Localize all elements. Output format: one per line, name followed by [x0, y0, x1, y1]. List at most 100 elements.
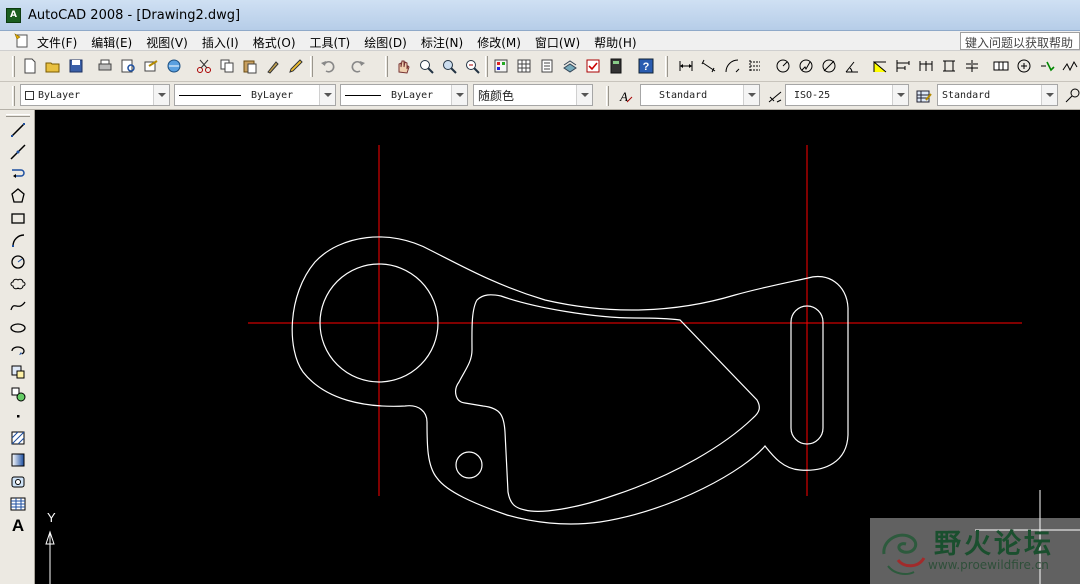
- chevron-down-icon[interactable]: [153, 85, 169, 105]
- pan-icon[interactable]: [393, 56, 413, 76]
- jogged-dimension-icon[interactable]: [796, 56, 816, 76]
- arc-icon[interactable]: [8, 230, 28, 250]
- color-dropdown[interactable]: 随颜色: [473, 84, 593, 106]
- ellipse-icon[interactable]: [8, 318, 28, 338]
- autocad-app-icon[interactable]: A: [6, 8, 21, 23]
- copy-icon[interactable]: [217, 56, 237, 76]
- undo-icon[interactable]: [318, 56, 338, 76]
- ordinate-dimension-icon[interactable]: [745, 56, 765, 76]
- text-style-dropdown[interactable]: Standard: [640, 84, 760, 106]
- jogged-linear-icon[interactable]: [1060, 56, 1080, 76]
- line-icon[interactable]: [8, 120, 28, 140]
- ellipse-arc-icon[interactable]: [8, 340, 28, 360]
- rectangle-icon[interactable]: [8, 208, 28, 228]
- dimension-break-icon[interactable]: [962, 56, 982, 76]
- print-icon[interactable]: [95, 56, 115, 76]
- dimension-style-dropdown[interactable]: ISO-25: [785, 84, 909, 106]
- chevron-down-icon[interactable]: [1041, 85, 1057, 105]
- drawing-area[interactable]: Y: [35, 110, 1080, 584]
- block-editor-icon[interactable]: [286, 56, 306, 76]
- match-properties-icon[interactable]: [263, 56, 283, 76]
- make-block-icon[interactable]: [8, 384, 28, 404]
- inspect-icon[interactable]: [1037, 56, 1057, 76]
- markup-set-icon[interactable]: [583, 56, 603, 76]
- spline-icon[interactable]: [8, 296, 28, 316]
- quick-dimension-icon[interactable]: [870, 56, 890, 76]
- layer-dropdown[interactable]: ByLayer: [20, 84, 170, 106]
- arc-length-icon[interactable]: [722, 56, 742, 76]
- help-search-input[interactable]: 键入问题以获取帮助: [960, 32, 1080, 50]
- toolbar-grip[interactable]: [12, 56, 15, 77]
- continue-dimension-icon[interactable]: [916, 56, 936, 76]
- point-icon[interactable]: [8, 406, 28, 426]
- table-icon[interactable]: [8, 494, 28, 514]
- tolerance-icon[interactable]: [991, 56, 1011, 76]
- plot-preview-icon[interactable]: [118, 56, 138, 76]
- diameter-dimension-icon[interactable]: [819, 56, 839, 76]
- menu-dimension[interactable]: 标注(N): [421, 34, 463, 51]
- linear-dimension-icon[interactable]: [676, 56, 696, 76]
- menu-modify[interactable]: 修改(M): [477, 34, 521, 51]
- menu-format[interactable]: 格式(O): [253, 34, 296, 51]
- toolbar-grip[interactable]: [665, 56, 668, 77]
- chevron-down-icon[interactable]: [743, 85, 759, 105]
- paste-icon[interactable]: [240, 56, 260, 76]
- design-center-icon[interactable]: [514, 56, 534, 76]
- circle-icon[interactable]: [8, 252, 28, 272]
- open-icon[interactable]: [43, 56, 63, 76]
- radius-dimension-icon[interactable]: [773, 56, 793, 76]
- menu-edit[interactable]: 编辑(E): [91, 34, 132, 51]
- table-style-dropdown[interactable]: Standard: [937, 84, 1058, 106]
- toolbar-grip[interactable]: [12, 86, 15, 106]
- multiline-text-icon[interactable]: A: [8, 516, 28, 536]
- help-icon[interactable]: ?: [636, 56, 656, 76]
- tool-palettes-icon[interactable]: [537, 56, 557, 76]
- region-icon[interactable]: [8, 472, 28, 492]
- new-icon[interactable]: [20, 56, 40, 76]
- polyline-icon[interactable]: [8, 164, 28, 184]
- lineweight-dropdown[interactable]: ByLayer: [340, 84, 468, 106]
- chevron-down-icon[interactable]: [892, 85, 908, 105]
- construction-line-icon[interactable]: [8, 142, 28, 162]
- chevron-down-icon[interactable]: [319, 85, 335, 105]
- quickcalc-icon[interactable]: [606, 56, 626, 76]
- menu-insert[interactable]: 插入(I): [202, 34, 239, 51]
- redo-icon[interactable]: [348, 56, 368, 76]
- toolbar-grip[interactable]: [606, 86, 609, 106]
- zoom-window-icon[interactable]: [439, 56, 459, 76]
- properties-icon[interactable]: [491, 56, 511, 76]
- publish-icon[interactable]: [141, 56, 161, 76]
- document-icon[interactable]: [14, 33, 30, 48]
- chevron-down-icon[interactable]: [576, 85, 592, 105]
- dimension-style-icon[interactable]: [765, 86, 785, 106]
- sheet-set-icon[interactable]: [560, 56, 580, 76]
- linetype-dropdown[interactable]: ByLayer: [174, 84, 336, 106]
- save-icon[interactable]: [66, 56, 86, 76]
- 3d-dwf-icon[interactable]: [164, 56, 184, 76]
- toolbar-grip[interactable]: [6, 114, 30, 117]
- drawing-canvas[interactable]: Y: [35, 110, 1080, 584]
- aligned-dimension-icon[interactable]: [699, 56, 719, 76]
- angular-dimension-icon[interactable]: [842, 56, 862, 76]
- menu-tools[interactable]: 工具(T): [310, 34, 351, 51]
- menu-draw[interactable]: 绘图(D): [364, 34, 407, 51]
- multileader-icon[interactable]: [1062, 86, 1080, 106]
- menu-window[interactable]: 窗口(W): [535, 34, 580, 51]
- baseline-dimension-icon[interactable]: [893, 56, 913, 76]
- polygon-icon[interactable]: [8, 186, 28, 206]
- zoom-realtime-icon[interactable]: [416, 56, 436, 76]
- gradient-icon[interactable]: [8, 450, 28, 470]
- insert-block-icon[interactable]: [8, 362, 28, 382]
- menu-view[interactable]: 视图(V): [146, 34, 188, 51]
- menu-file[interactable]: 文件(F): [37, 34, 77, 51]
- menu-help[interactable]: 帮助(H): [594, 34, 636, 51]
- text-style-icon[interactable]: A: [616, 86, 636, 106]
- chevron-down-icon[interactable]: [451, 85, 467, 105]
- hatch-icon[interactable]: [8, 428, 28, 448]
- dimension-space-icon[interactable]: [939, 56, 959, 76]
- cut-icon[interactable]: [194, 56, 214, 76]
- zoom-previous-icon[interactable]: [462, 56, 482, 76]
- table-style-icon[interactable]: [914, 86, 934, 106]
- revision-cloud-icon[interactable]: [8, 274, 28, 294]
- center-mark-icon[interactable]: [1014, 56, 1034, 76]
